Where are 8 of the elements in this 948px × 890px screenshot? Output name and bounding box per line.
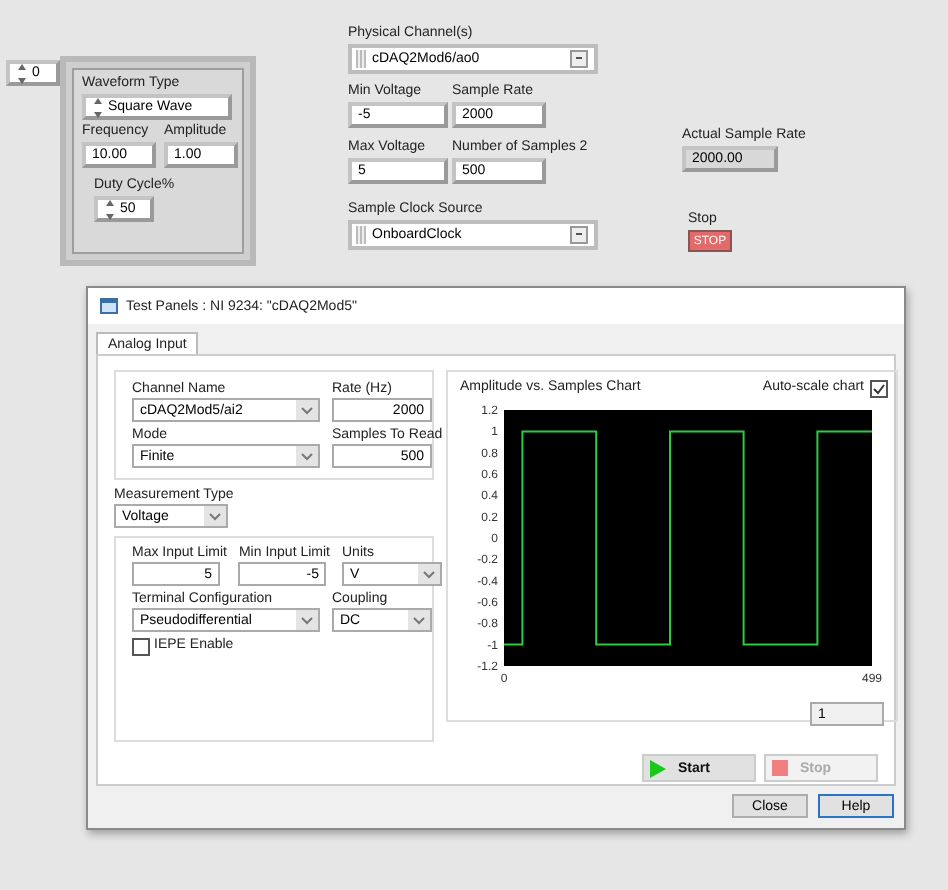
checkbox[interactable] [870, 380, 888, 398]
increment-arrows-icon[interactable] [104, 197, 116, 221]
stop-icon [772, 760, 788, 776]
increment-arrows-icon[interactable] [92, 95, 104, 119]
increment-arrows-icon[interactable] [16, 61, 28, 85]
window-icon [100, 298, 118, 314]
play-icon [650, 759, 666, 777]
checkbox[interactable] [132, 638, 150, 656]
